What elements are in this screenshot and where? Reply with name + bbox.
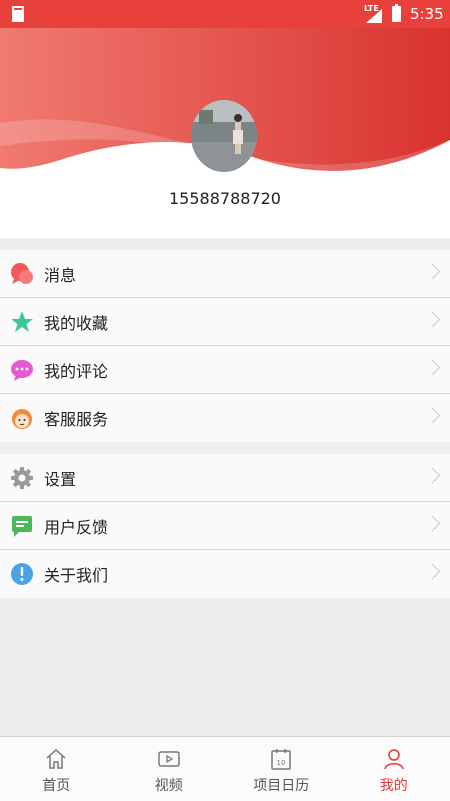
menu-item-comments[interactable]: 我的评论 (0, 346, 450, 394)
menu-item-label: 设置 (44, 466, 76, 490)
tab-video[interactable]: 视频 (113, 737, 226, 801)
menu-item-label: 我的收藏 (44, 310, 108, 334)
chevron-right-icon (425, 564, 441, 580)
menu-group-primary: 消息 我的收藏 我的评论 客服服务 (0, 250, 450, 442)
menu-item-messages[interactable]: 消息 (0, 250, 450, 298)
calendar-icon: 10 (269, 747, 293, 771)
person-icon (382, 747, 406, 771)
chevron-right-icon (425, 360, 441, 376)
comment-icon (10, 358, 34, 382)
status-time: 5:35 (410, 5, 444, 23)
tab-label: 项目日历 (253, 775, 309, 795)
star-icon (10, 310, 34, 334)
tab-label: 我的 (380, 775, 408, 795)
chevron-right-icon (425, 408, 441, 424)
menu-item-label: 我的评论 (44, 358, 108, 382)
profile-header: 15588788720 (0, 28, 450, 238)
home-icon (44, 747, 68, 771)
status-bar: LTE 5:35 (0, 0, 450, 28)
menu-item-label: 消息 (44, 262, 76, 286)
menu-item-label: 关于我们 (44, 562, 108, 586)
avatar-photo (191, 100, 257, 172)
menu-item-settings[interactable]: 设置 (0, 454, 450, 502)
menu-item-favorites[interactable]: 我的收藏 (0, 298, 450, 346)
chevron-right-icon (425, 312, 441, 328)
tab-mine[interactable]: 我的 (338, 737, 450, 801)
info-icon (10, 562, 34, 586)
service-agent-icon (10, 406, 34, 430)
bottom-tab-bar: 首页 视频 10 项目日历 我的 (0, 736, 450, 801)
tab-calendar[interactable]: 10 项目日历 (225, 737, 338, 801)
avatar[interactable] (191, 100, 257, 172)
menu-item-feedback[interactable]: 用户反馈 (0, 502, 450, 550)
tab-label: 视频 (155, 775, 183, 795)
gear-icon (10, 466, 34, 490)
video-icon (157, 747, 181, 771)
battery-icon (392, 6, 401, 22)
chevron-right-icon (425, 468, 441, 484)
chevron-right-icon (425, 264, 441, 280)
menu-item-about[interactable]: 关于我们 (0, 550, 450, 598)
feedback-icon (10, 514, 34, 538)
calendar-icon-day: 10 (277, 759, 286, 767)
menu-item-customer-service[interactable]: 客服服务 (0, 394, 450, 442)
menu-item-label: 用户反馈 (44, 514, 108, 538)
chevron-right-icon (425, 516, 441, 532)
tab-home[interactable]: 首页 (0, 737, 113, 801)
user-phone: 15588788720 (0, 189, 450, 208)
menu-item-label: 客服服务 (44, 406, 108, 430)
tab-label: 首页 (42, 775, 70, 795)
menu-group-secondary: 设置 用户反馈 关于我们 (0, 454, 450, 598)
chat-bubble-icon (10, 262, 34, 286)
sd-card-icon (12, 6, 24, 22)
signal-icon (366, 9, 382, 23)
